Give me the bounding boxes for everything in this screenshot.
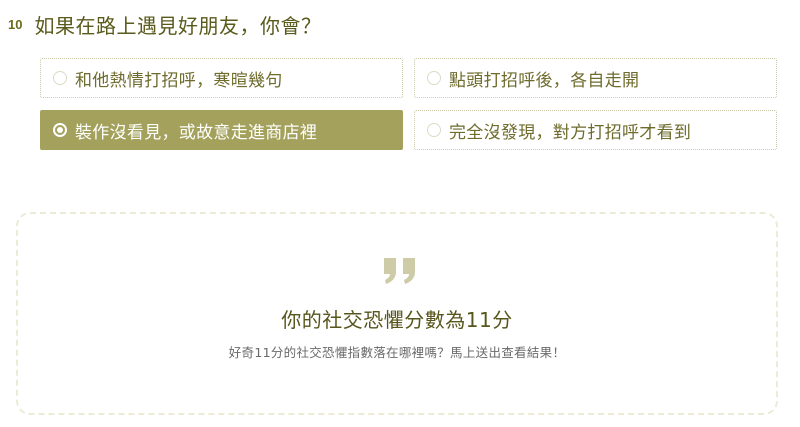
option-label: 裝作沒看見，或故意走進商店裡 [75, 122, 318, 143]
question-number: 10 [8, 17, 23, 32]
option-4[interactable]: 完全沒發現，對方打招呼才看到 [414, 110, 777, 150]
option-1[interactable]: 和他熱情打招呼，寒暄幾句 [40, 58, 403, 98]
radio-button-icon[interactable] [53, 123, 67, 137]
option-label: 點頭打招呼後，各自走開 [449, 70, 640, 91]
question-header: 10 如果在路上遇見好朋友，你會？ [8, 10, 321, 39]
radio-button-icon[interactable] [53, 71, 67, 85]
option-2[interactable]: 點頭打招呼後，各自走開 [414, 58, 777, 98]
result-title: 你的社交恐懼分數為11分 [281, 308, 513, 332]
quiz-page: 10 如果在路上遇見好朋友，你會？ 和他熱情打招呼，寒暄幾句 點頭打招呼後，各自… [0, 0, 800, 427]
radio-button-icon[interactable] [427, 123, 441, 137]
option-3[interactable]: 裝作沒看見，或故意走進商店裡 [40, 110, 403, 150]
radio-button-icon[interactable] [427, 71, 441, 85]
result-subtitle: 好奇11分的社交恐懼指數落在哪裡嗎？馬上送出查看結果！ [228, 345, 566, 360]
result-card: 你的社交恐懼分數為11分 好奇11分的社交恐懼指數落在哪裡嗎？馬上送出查看結果！ [16, 212, 778, 415]
option-label: 完全沒發現，對方打招呼才看到 [449, 122, 692, 143]
answer-options: 和他熱情打招呼，寒暄幾句 點頭打招呼後，各自走開 裝作沒看見，或故意走進商店裡 … [40, 58, 777, 150]
question-text: 如果在路上遇見好朋友，你會？ [34, 14, 322, 38]
option-label: 和他熱情打招呼，寒暄幾句 [75, 70, 283, 91]
double-quote-icon [384, 258, 415, 284]
